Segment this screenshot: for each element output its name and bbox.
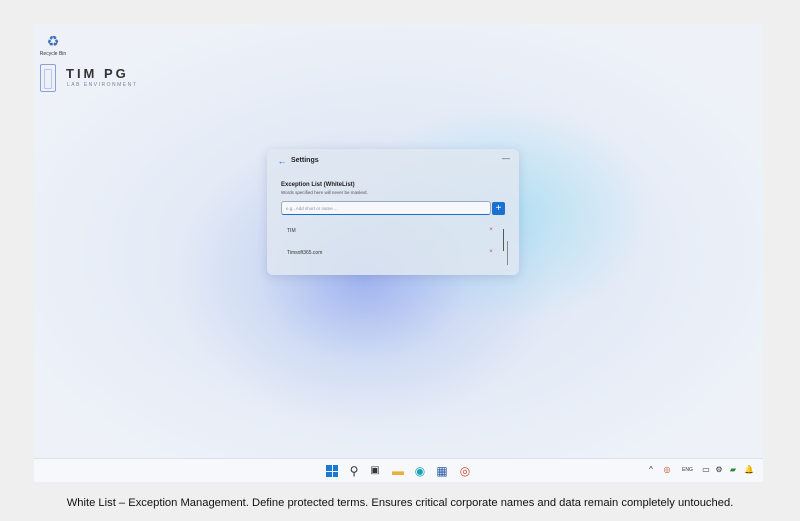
remove-item-button[interactable]: × [487, 226, 495, 234]
logo-title: TIM PG [66, 66, 129, 81]
search-icon[interactable]: ⚲ [346, 463, 362, 479]
recycle-bin-label: Recycle Bin [39, 51, 67, 57]
file-explorer-icon[interactable]: ▬ [390, 463, 406, 479]
exception-list-item: Timsoft365.com × [281, 243, 501, 265]
exception-list-description: Words specified here will never be maske… [281, 190, 368, 195]
windows-logo-icon [326, 465, 338, 477]
exception-list-item: TIM × [281, 221, 501, 243]
language-indicator[interactable]: ENG [682, 467, 693, 473]
sync-icon[interactable]: ⚙ [714, 464, 724, 476]
settings-window: ← Settings — Exception List (WhiteList) … [267, 149, 519, 275]
add-term-button[interactable]: + [492, 202, 505, 215]
exception-item-label: TIM [287, 228, 296, 234]
app-icon[interactable]: ◎ [457, 463, 473, 479]
scrollbar-thumb[interactable] [503, 229, 504, 251]
tray-chevron-icon[interactable]: ^ [646, 464, 656, 476]
exception-list-title: Exception List (WhiteList) [281, 182, 355, 188]
exception-item-label: Timsoft365.com [287, 250, 323, 256]
exception-term-input[interactable] [281, 201, 491, 215]
edge-browser-icon[interactable]: ◉ [412, 463, 428, 479]
back-arrow-icon[interactable]: ← [277, 156, 287, 166]
tray-app-icon[interactable]: ◎ [662, 464, 672, 476]
recycle-bin-shortcut[interactable]: ♻ Recycle Bin [36, 32, 70, 57]
screenshot-caption: White List – Exception Management. Defin… [66, 497, 734, 509]
logo-mark-icon [40, 64, 56, 92]
remove-item-button[interactable]: × [487, 248, 495, 256]
notification-bell-icon[interactable]: 🔔 [744, 464, 754, 476]
exception-list: TIM × Timsoft365.com × [281, 221, 501, 265]
task-view-icon[interactable]: ▣ [367, 463, 383, 479]
start-button[interactable] [324, 463, 340, 479]
taskbar: ⚲ ▣ ▬ ◉ ▦ ◎ ^ ◎ ENG ▭ ⚙ ▰ 🔔 [34, 458, 763, 482]
recycle-bin-icon: ♻ [46, 33, 60, 49]
tray-status-icon[interactable]: ▰ [728, 464, 738, 476]
settings-title: Settings [291, 157, 319, 164]
settings-header: ← Settings — [267, 149, 519, 173]
logo-subtitle: LAB ENVIRONMENT [67, 82, 138, 88]
list-scrollbar[interactable] [503, 229, 509, 269]
minimize-button[interactable]: — [501, 154, 511, 164]
store-icon[interactable]: ▦ [434, 463, 450, 479]
scrollbar-track [507, 241, 508, 265]
network-icon[interactable]: ▭ [701, 464, 711, 476]
desktop-screen: ♻ Recycle Bin TIM PG LAB ENVIRONMENT ← S… [34, 24, 763, 482]
